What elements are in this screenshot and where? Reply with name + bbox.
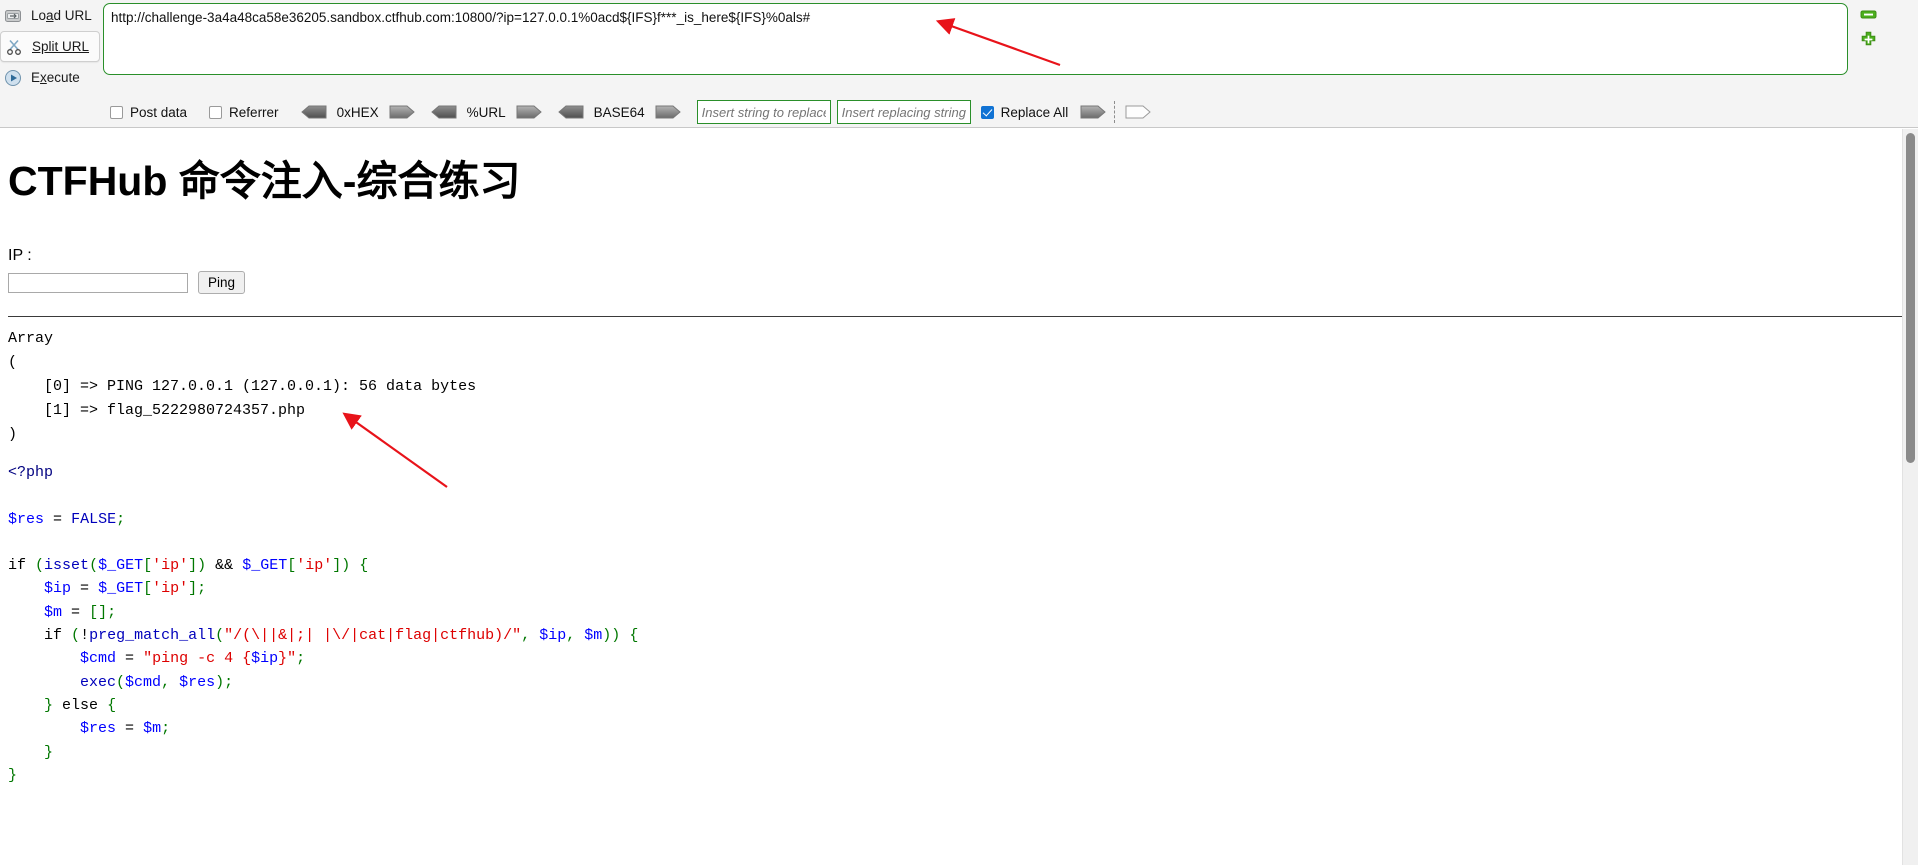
hex-encoder-label: 0xHEX bbox=[336, 104, 379, 120]
split-url-button[interactable]: Split URL bbox=[0, 31, 100, 62]
referrer-checkbox[interactable]: Referrer bbox=[209, 105, 279, 120]
search-string-input[interactable] bbox=[696, 100, 831, 124]
post-data-label: Post data bbox=[130, 104, 188, 120]
base64-encoder-group: BASE64 bbox=[557, 104, 681, 120]
php-source-code: <?php $res = FALSE; if (isset($_GET['ip'… bbox=[8, 464, 639, 784]
content-divider bbox=[8, 316, 1910, 317]
ip-input[interactable] bbox=[8, 272, 188, 293]
command-output: Array ( [0] => PING 127.0.0.1 (127.0.0.1… bbox=[8, 330, 477, 443]
referrer-checkbox-box[interactable] bbox=[209, 105, 223, 119]
hex-decode-arrow-icon[interactable] bbox=[300, 105, 327, 119]
replace-all-label: Replace All bbox=[1000, 104, 1069, 120]
url-encoder-group: %URL bbox=[430, 104, 542, 120]
plus-button[interactable] bbox=[1860, 31, 1877, 48]
hackbar-controls-row: Post data Referrer 0xHEX %URL BASE64 Ins… bbox=[0, 96, 1918, 128]
base64-decode-arrow-icon[interactable] bbox=[557, 105, 584, 119]
replace-string-input[interactable] bbox=[836, 100, 971, 124]
post-data-checkbox[interactable]: Post data bbox=[110, 105, 187, 120]
replace-all-checkbox[interactable]: Replace All bbox=[980, 104, 1069, 120]
load-url-button[interactable]: Load URL bbox=[0, 0, 100, 31]
url-decode-arrow-icon[interactable] bbox=[430, 105, 457, 119]
url-input[interactable] bbox=[103, 3, 1848, 75]
ip-form: Ping bbox=[8, 271, 1910, 294]
page-content: CTFHub 命令注入-综合练习 IP : Ping Array ( [0] =… bbox=[0, 129, 1918, 865]
hex-encoder-group: 0xHEX bbox=[300, 104, 415, 120]
base64-encoder-label: BASE64 bbox=[593, 104, 645, 120]
hackbar-toolbar: Load URL Split URL Execute http://challe… bbox=[0, 0, 1918, 128]
replace-all-checkbox-box[interactable] bbox=[980, 105, 994, 119]
load-url-label: Load URL bbox=[31, 8, 92, 23]
vertical-scrollbar[interactable] bbox=[1902, 129, 1918, 865]
load-url-icon bbox=[3, 6, 23, 26]
extra-action-arrow-icon[interactable] bbox=[1125, 105, 1151, 119]
split-url-label: Split URL bbox=[32, 39, 90, 54]
execute-icon bbox=[3, 68, 23, 88]
url-encode-arrow-icon[interactable] bbox=[516, 105, 542, 119]
url-encoder-label: %URL bbox=[466, 104, 506, 120]
page-title: CTFHub 命令注入-综合练习 bbox=[8, 158, 521, 204]
toolbar-divider bbox=[1114, 101, 1116, 123]
hackbar-zoom-column bbox=[1860, 6, 1886, 56]
execute-button[interactable]: Execute bbox=[0, 62, 100, 93]
minus-button[interactable] bbox=[1860, 6, 1877, 23]
ip-label: IP : bbox=[8, 247, 32, 264]
post-data-checkbox-box[interactable] bbox=[110, 105, 123, 119]
ping-button[interactable]: Ping bbox=[198, 271, 246, 294]
referrer-label: Referrer bbox=[229, 104, 279, 120]
hackbar-action-column: Load URL Split URL Execute bbox=[0, 0, 100, 96]
hex-encode-arrow-icon[interactable] bbox=[389, 105, 415, 119]
base64-encode-arrow-icon[interactable] bbox=[655, 105, 681, 119]
execute-label: Execute bbox=[31, 70, 80, 85]
replace-apply-arrow-icon[interactable] bbox=[1080, 105, 1106, 119]
scrollbar-thumb[interactable] bbox=[1906, 133, 1915, 463]
url-field-wrapper bbox=[103, 3, 1848, 75]
split-url-icon bbox=[4, 37, 24, 57]
